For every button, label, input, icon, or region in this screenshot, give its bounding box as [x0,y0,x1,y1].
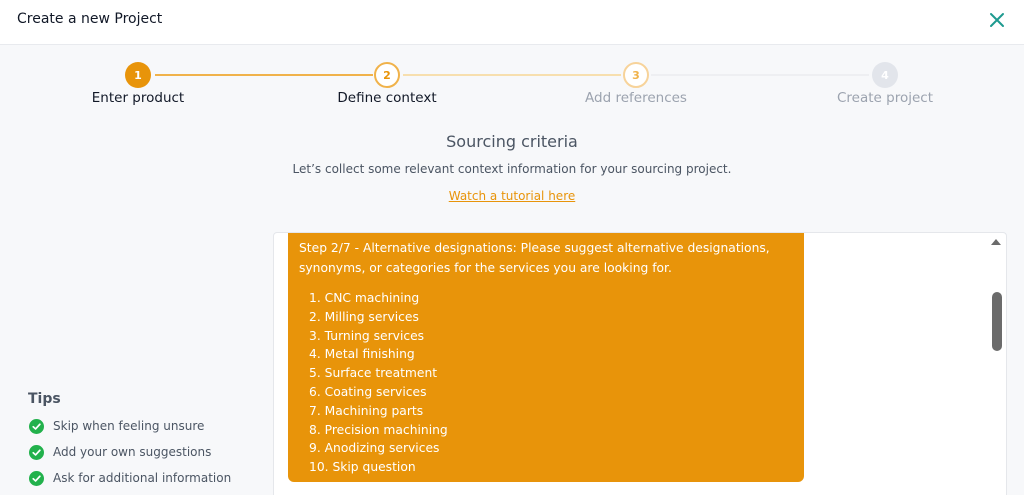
suggestion-item: 6. Coating services [309,384,427,399]
step-connector-2 [403,74,621,76]
tip-item: Ask for additional information [29,469,231,487]
step-1-label[interactable]: Enter product [58,90,218,106]
step-1-circle[interactable]: 1 [125,62,151,88]
tip-text: Add your own suggestions [53,445,212,459]
suggestion-item: 10. Skip question [309,460,416,475]
step-connector-1 [155,74,373,76]
close-button[interactable] [986,9,1008,31]
check-circle-icon [29,444,44,460]
suggestion-item: 8. Precision machining [309,422,448,437]
step-4-circle: 4 [872,62,898,88]
tip-item: Skip when feeling unsure [29,417,204,435]
suggestion-item: 3. Turning services [309,328,425,343]
project-stepper: 1 Enter product 2 Define context 3 Add r… [0,60,1024,120]
scroll-up-arrow-icon[interactable] [990,237,1002,247]
check-circle-icon [29,470,44,486]
suggestion-item: 7. Machining parts [309,403,424,418]
section-title: Sourcing criteria [446,132,578,151]
tutorial-link[interactable]: Watch a tutorial here [0,189,1024,203]
check-circle-icon [29,418,44,434]
tip-text: Ask for additional information [53,471,232,485]
close-icon[interactable] [986,9,1008,31]
step-4-label: Create project [836,90,933,106]
step-3-label[interactable]: Add references [556,90,716,106]
step-connector-3 [651,74,869,76]
step-3-circle[interactable]: 3 [623,62,649,88]
assistant-message-text: Step 2/7 - Alternative designations: Ple… [299,241,770,275]
suggestion-item: 9. Anodizing services [309,441,440,456]
step-2-number: 2 [383,68,391,82]
step-3-number: 3 [632,68,640,82]
dialog-title: Create a new Project [17,11,163,27]
suggestion-item: 5. Surface treatment [309,366,438,381]
suggestion-item: 4. Metal finishing [309,347,415,362]
section-subtitle: Let’s collect some relevant context info… [292,162,732,176]
scrollbar-thumb[interactable] [992,292,1002,351]
chat-panel[interactable]: Step 2/7 - Alternative designations: Ple… [273,232,1007,495]
tip-item: Add your own suggestions [29,443,211,461]
step-4-number: 4 [881,68,889,82]
step-2-circle[interactable]: 2 [374,62,400,88]
dialog-header: Create a new Project [0,0,1024,45]
suggestion-item: 1. CNC machining [309,291,420,305]
step-1-number: 1 [134,68,142,82]
tip-text: Skip when feeling unsure [53,419,205,433]
step-2-label[interactable]: Define context [307,90,467,106]
suggestion-list: 1. CNC machining 2. Milling services 3. … [299,289,794,477]
suggestion-item: 2. Milling services [309,309,419,324]
tips-title: Tips [28,391,61,407]
assistant-message-bubble: Step 2/7 - Alternative designations: Ple… [288,233,804,482]
